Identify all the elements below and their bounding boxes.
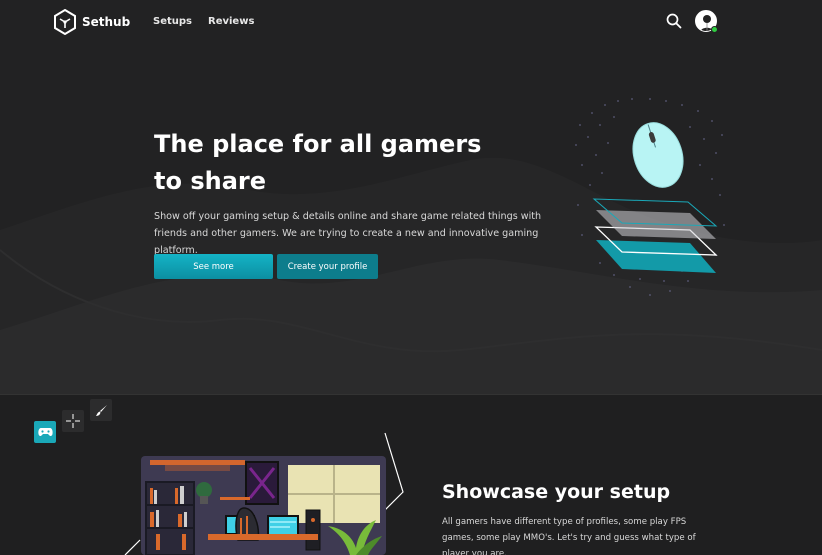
brand-name: Sethub bbox=[82, 15, 131, 29]
section-divider bbox=[0, 394, 822, 395]
brush-icon bbox=[95, 404, 107, 416]
hero-section: Sethub Setups Reviews The place for all … bbox=[0, 0, 822, 395]
gaming-room-illustration bbox=[124, 432, 404, 555]
showcase-title: Showcase your setup bbox=[442, 481, 671, 503]
brush-tool-button[interactable] bbox=[90, 399, 112, 421]
crosshair-tool-button[interactable] bbox=[62, 410, 84, 432]
showcase-description: All gamers have different type of profil… bbox=[442, 517, 696, 555]
create-profile-button[interactable]: Create your profile bbox=[277, 254, 378, 279]
online-status-dot bbox=[711, 26, 718, 33]
see-more-button[interactable]: See more bbox=[154, 254, 273, 279]
crosshair-icon bbox=[66, 414, 80, 428]
cube-logo-icon bbox=[54, 9, 76, 35]
mouse-layers-illustration bbox=[575, 98, 725, 296]
brand-logo[interactable]: Sethub bbox=[54, 9, 130, 35]
gamepad-icon bbox=[37, 428, 53, 437]
hero-title: The place for all gamers to share bbox=[154, 130, 482, 195]
gamepad-tool-button[interactable] bbox=[34, 421, 56, 443]
top-navbar: Sethub Setups Reviews bbox=[0, 0, 822, 44]
hero-description: Show off your gaming setup & details onl… bbox=[154, 211, 542, 256]
nav-link-reviews[interactable]: Reviews bbox=[208, 16, 254, 27]
nav-link-setups[interactable]: Setups bbox=[153, 16, 192, 27]
search-icon[interactable] bbox=[666, 13, 682, 29]
